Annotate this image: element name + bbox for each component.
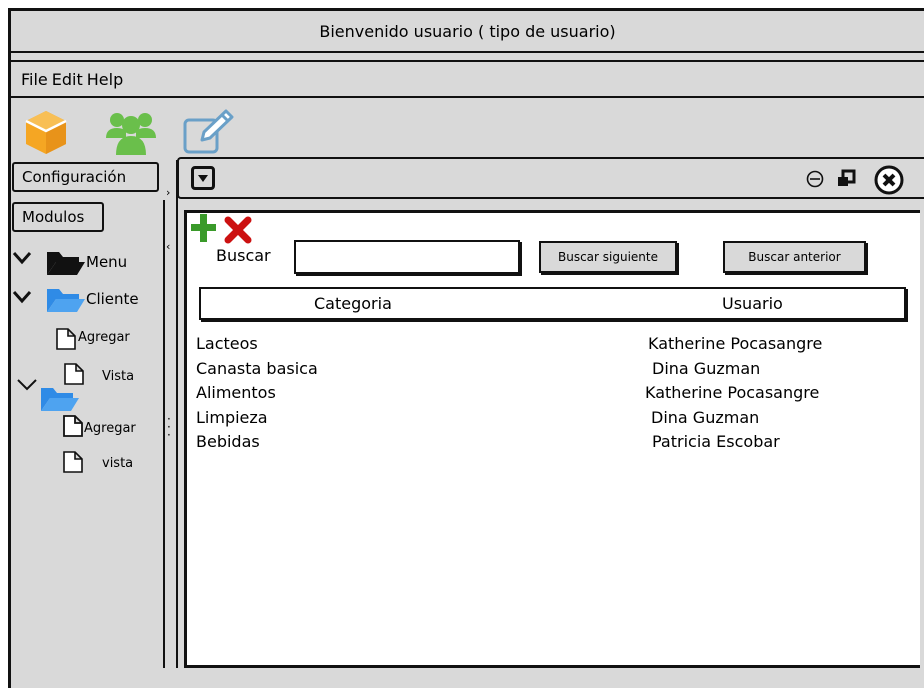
folder-open-icon — [46, 287, 86, 313]
table-row[interactable]: Limpieza Dina Guzman — [196, 406, 896, 431]
cell-usuario: Dina Guzman — [652, 358, 761, 378]
table-row[interactable]: Alimentos Katherine Pocasangre — [196, 381, 896, 406]
restore-icon[interactable] — [835, 168, 857, 190]
title-bar: Bienvenido usuario ( tipo de usuario) — [11, 11, 924, 53]
cell-usuario: Dina Guzman — [651, 407, 760, 427]
tree-item-menu[interactable]: Menu — [86, 253, 127, 271]
tree-item-vista[interactable]: Vista — [102, 369, 134, 384]
box-icon[interactable] — [22, 108, 70, 156]
tree-item-cliente[interactable]: Cliente — [86, 290, 139, 308]
search-next-button[interactable]: Buscar siguiente — [539, 241, 677, 273]
table-row[interactable]: Canasta basica Dina Guzman — [196, 357, 896, 382]
add-icon[interactable] — [190, 213, 216, 243]
table-row[interactable]: Lacteos Katherine Pocasangre — [196, 332, 896, 357]
configuracion-button[interactable]: Configuración — [12, 162, 159, 192]
modulos-button[interactable]: Modulos — [12, 202, 104, 232]
modulos-label: Modulos — [22, 208, 85, 226]
cell-usuario: Katherine Pocasangre — [645, 383, 820, 402]
dropdown-icon[interactable] — [191, 166, 215, 190]
cell-categoria: Canasta basica — [196, 358, 318, 378]
tree-item-vista-2[interactable]: vista — [102, 456, 133, 471]
sidebar-divider-right — [176, 160, 178, 668]
window-title: Bienvenido usuario ( tipo de usuario) — [319, 21, 616, 41]
menu-bar: File Edit Help — [11, 60, 924, 98]
column-header-categoria[interactable]: Categoria — [314, 294, 392, 313]
file-icon — [62, 414, 84, 438]
edit-icon[interactable] — [182, 108, 234, 156]
folder-open-icon — [46, 250, 86, 276]
tree-item-agregar[interactable]: Agregar — [78, 330, 130, 345]
file-icon — [62, 450, 84, 474]
file-icon — [63, 362, 85, 386]
cell-categoria: Lacteos — [196, 334, 258, 353]
chevron-down-icon[interactable] — [12, 250, 34, 270]
search-label: Buscar — [216, 246, 271, 265]
file-icon — [55, 327, 77, 351]
table-body: Lacteos Katherine Pocasangre Canasta bas… — [196, 332, 896, 455]
chevron-down-icon[interactable] — [12, 289, 34, 309]
cell-usuario: Katherine Pocasangre — [648, 334, 823, 353]
delete-icon[interactable] — [224, 216, 252, 244]
search-prev-button[interactable]: Buscar anterior — [723, 241, 866, 273]
column-header-usuario[interactable]: Usuario — [722, 294, 783, 313]
configuracion-label: Configuración — [22, 168, 127, 186]
menu-file[interactable]: File — [21, 70, 48, 89]
search-input[interactable] — [294, 240, 520, 274]
tree-item-agregar-2[interactable]: Agregar — [84, 421, 136, 436]
cell-categoria: Alimentos — [196, 383, 276, 402]
collapse-right-icon[interactable]: › — [166, 186, 170, 199]
users-icon[interactable] — [104, 108, 158, 156]
sidebar-divider — [163, 200, 165, 668]
table-row[interactable]: Bebidas Patricia Escobar — [196, 430, 896, 455]
minimize-icon[interactable] — [806, 170, 824, 188]
menu-edit[interactable]: Edit — [52, 70, 83, 89]
collapse-left-icon[interactable]: ‹ — [166, 240, 170, 253]
cell-categoria: Limpieza — [196, 407, 268, 427]
close-icon[interactable] — [874, 165, 904, 195]
table-header — [199, 287, 906, 320]
cell-categoria: Bebidas — [196, 432, 260, 451]
chevron-down-icon[interactable] — [16, 377, 38, 393]
menu-help[interactable]: Help — [87, 70, 123, 89]
cell-usuario: Patricia Escobar — [652, 432, 780, 451]
splitter-handle-icon[interactable]: · · · — [167, 413, 171, 441]
folder-open-icon — [40, 386, 80, 412]
